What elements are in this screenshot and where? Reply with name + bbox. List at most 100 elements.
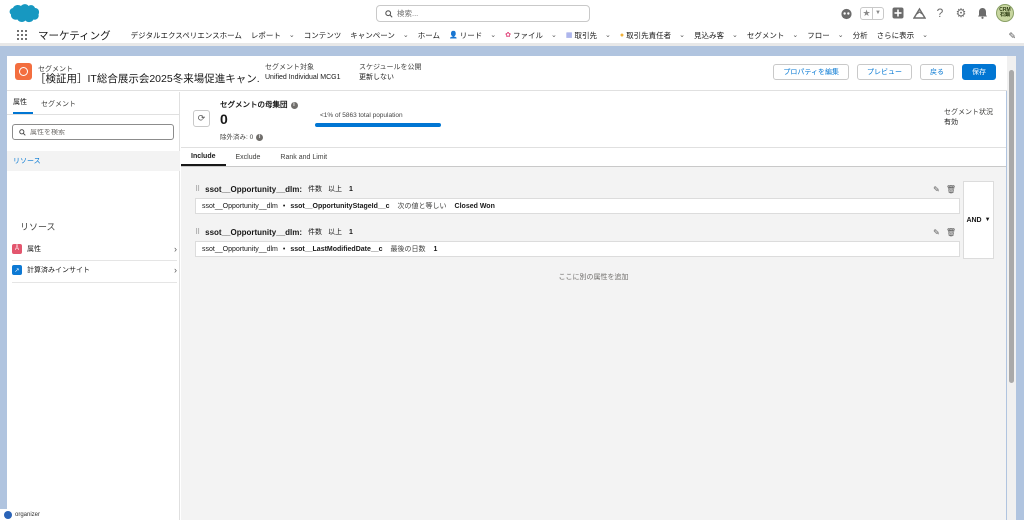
chevron-right-icon: › xyxy=(174,244,177,254)
chevron-down-icon[interactable]: ⌄ xyxy=(551,31,557,39)
global-search-input[interactable] xyxy=(397,9,577,18)
trailhead-icon[interactable] xyxy=(912,6,926,20)
rule-condition[interactable]: ssot__Opportunity__dlm • ssot__Opportuni… xyxy=(195,198,960,214)
add-attribute-dropzone[interactable]: ここに別の属性を追加 xyxy=(181,272,1006,282)
nav-item[interactable]: コンテンツ xyxy=(304,30,342,41)
preview-button[interactable]: プレビュー xyxy=(857,64,912,80)
info-icon[interactable]: i xyxy=(256,134,264,141)
global-add-icon[interactable] xyxy=(891,6,905,20)
save-button[interactable]: 保存 xyxy=(962,64,996,80)
insight-chart-icon: ↗ xyxy=(12,265,22,275)
nav-item[interactable]: レポート ⌄ xyxy=(251,30,295,41)
chevron-down-icon[interactable]: ⌄ xyxy=(838,31,844,39)
person-icon: 👤 xyxy=(449,32,458,39)
nav-item[interactable]: ホーム xyxy=(418,30,440,41)
nav-item[interactable]: セグメント ⌄ xyxy=(747,30,798,41)
nav-item[interactable]: 👤 リード ⌄ xyxy=(449,30,496,41)
tab-segments[interactable]: セグメント xyxy=(41,99,82,114)
drag-handle-icon[interactable]: ⠿ xyxy=(195,185,200,193)
population-progress-bar xyxy=(315,123,441,127)
chevron-down-icon[interactable]: ⌄ xyxy=(289,31,295,39)
resource-item-attributes[interactable]: Å 属性 › xyxy=(12,241,177,257)
chevron-down-icon[interactable]: ▼ xyxy=(872,7,883,19)
gear-icon[interactable]: ⚙ xyxy=(954,6,968,20)
rule-group-title[interactable]: ⠿ ssot__Opportunity__dlm: 件数 以上 1 xyxy=(195,227,353,237)
edit-pencil-icon[interactable]: ✎ xyxy=(933,228,940,237)
resource-section-header[interactable]: リソース xyxy=(7,151,180,171)
resource-subheading: リソース xyxy=(20,222,56,232)
page-scrollbar[interactable] xyxy=(1007,56,1016,520)
chevron-right-icon: › xyxy=(174,265,177,275)
population-count: 0 xyxy=(220,111,228,127)
nav-item[interactable]: 分析 xyxy=(853,30,868,41)
record-header: セグメント ［検証用］IT総合展示会2025冬来場促進キャン... セグメント対… xyxy=(7,56,1007,91)
nav-item[interactable]: ✿ ファイル ⌄ xyxy=(505,30,557,41)
resource-item-calculated-insights[interactable]: ↗ 計算済みインサイト › xyxy=(12,262,177,278)
tab-exclude[interactable]: Exclude xyxy=(226,148,271,166)
chevron-down-icon[interactable]: ⌄ xyxy=(792,31,798,39)
tab-rank-and-limit[interactable]: Rank and Limit xyxy=(270,148,337,166)
global-search[interactable] xyxy=(376,5,590,22)
edit-nav-icon[interactable]: ✎ xyxy=(1008,31,1016,42)
nav-item[interactable]: 見込み客 ⌄ xyxy=(694,30,738,41)
publish-schedule-field: スケジュールを公開 更新しない xyxy=(359,64,422,81)
tab-include[interactable]: Include xyxy=(181,148,226,166)
back-button[interactable]: 戻る xyxy=(920,64,954,80)
scrollbar-thumb[interactable] xyxy=(1009,70,1014,383)
search-icon xyxy=(385,9,393,18)
star-icon[interactable]: ★ xyxy=(861,8,872,19)
edit-pencil-icon[interactable]: ✎ xyxy=(933,185,940,194)
edit-properties-button[interactable]: プロパティを編集 xyxy=(773,64,849,80)
delete-trash-icon[interactable]: 🗑 xyxy=(946,185,956,194)
refresh-population-button[interactable]: ⟳ xyxy=(193,110,210,127)
attribute-search-input[interactable] xyxy=(30,128,170,136)
delete-trash-icon[interactable]: 🗑 xyxy=(946,228,956,237)
chevron-down-icon[interactable]: ⌄ xyxy=(922,31,928,39)
rule-condition[interactable]: ssot__Opportunity__dlm • ssot__LastModif… xyxy=(195,241,960,257)
drag-handle-icon[interactable]: ⠿ xyxy=(195,228,200,236)
chevron-down-icon[interactable]: ⌄ xyxy=(490,31,496,39)
app-navigation-bar: マーケティング デジタルエクスペリエンスホーム レポート ⌄ コンテンツ キャンペーン ⌄… xyxy=(0,27,1024,46)
chevron-down-icon[interactable]: ⌄ xyxy=(403,31,409,39)
app-name: マーケティング xyxy=(38,29,111,42)
notification-bell-icon[interactable] xyxy=(975,6,989,20)
user-avatar[interactable]: CRM 石鍋 xyxy=(996,4,1014,22)
nav-item[interactable]: ● 取引先責任者 ⌄ xyxy=(620,30,685,41)
app-launcher-icon[interactable] xyxy=(17,30,27,40)
record-title: ［検証用］IT総合展示会2025冬来場促進キャン... xyxy=(35,73,260,85)
refresh-icon: ⟳ xyxy=(197,113,206,123)
attribute-icon: Å xyxy=(12,244,22,254)
attribute-search[interactable] xyxy=(12,124,174,140)
salesforce-logo-icon[interactable] xyxy=(8,3,40,24)
nav-item[interactable]: ▦ 取引先 ⌄ xyxy=(566,30,611,41)
segment-canvas: セグメントの母集団 i ⟳ 0 除外済み: 0i <1% of 5863 tota… xyxy=(181,92,1006,520)
chevron-down-icon[interactable]: ⌄ xyxy=(732,31,738,39)
utility-bar-organizer[interactable]: organizer xyxy=(0,509,56,520)
chevron-down-icon[interactable]: ⌄ xyxy=(679,31,685,39)
segment-population-panel: セグメントの母集団 i ⟳ 0 除外済み: 0i <1% of 5863 tota… xyxy=(181,92,1006,148)
account-icon: ▦ xyxy=(565,32,573,39)
search-icon xyxy=(19,128,26,136)
rule-tabs: Include Exclude Rank and Limit xyxy=(181,148,1006,167)
segment-object-icon xyxy=(15,63,32,80)
tab-attributes[interactable]: 属性 xyxy=(13,97,33,114)
nav-item[interactable]: キャンペーン ⌄ xyxy=(350,30,409,41)
segment-target-field: セグメント対象 Unified Individual MCG1 xyxy=(265,64,341,81)
logic-operator-dropdown[interactable]: AND ▼ xyxy=(963,181,994,259)
help-icon[interactable]: ? xyxy=(933,6,947,20)
astro-assistant-icon[interactable] xyxy=(839,6,853,20)
info-icon[interactable]: i xyxy=(290,102,298,109)
population-title: セグメントの母集団 i xyxy=(220,99,298,110)
population-percent-label: <1% of 5863 total population xyxy=(320,112,403,119)
chevron-down-icon[interactable]: ⌄ xyxy=(605,31,611,39)
main-content: セグメント ［検証用］IT総合展示会2025冬来場促進キャン... セグメント対… xyxy=(7,56,1007,520)
excluded-count: 除外済み: 0i xyxy=(220,131,264,141)
attribute-library-panel: 属性 セグメント リソース リソース Å 属性 › ↗ 計算済みインサイト › xyxy=(7,92,180,520)
organizer-icon xyxy=(4,510,12,519)
chevron-down-icon: ▼ xyxy=(984,217,991,223)
favorites-group[interactable]: ★ ▼ xyxy=(860,6,884,20)
nav-item[interactable]: フロー ⌄ xyxy=(807,30,843,41)
nav-item[interactable]: さらに表示 ⌄ xyxy=(877,30,928,41)
nav-item[interactable]: デジタルエクスペリエンスホーム xyxy=(131,30,242,41)
rule-group-title[interactable]: ⠿ ssot__Opportunity__dlm: 件数 以上 1 xyxy=(195,184,353,194)
